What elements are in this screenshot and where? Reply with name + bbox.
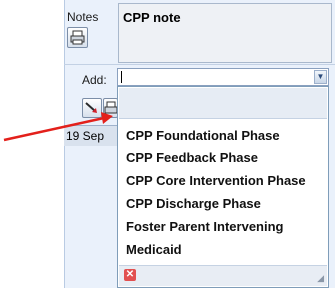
annotation-arrow-icon bbox=[3, 112, 113, 142]
